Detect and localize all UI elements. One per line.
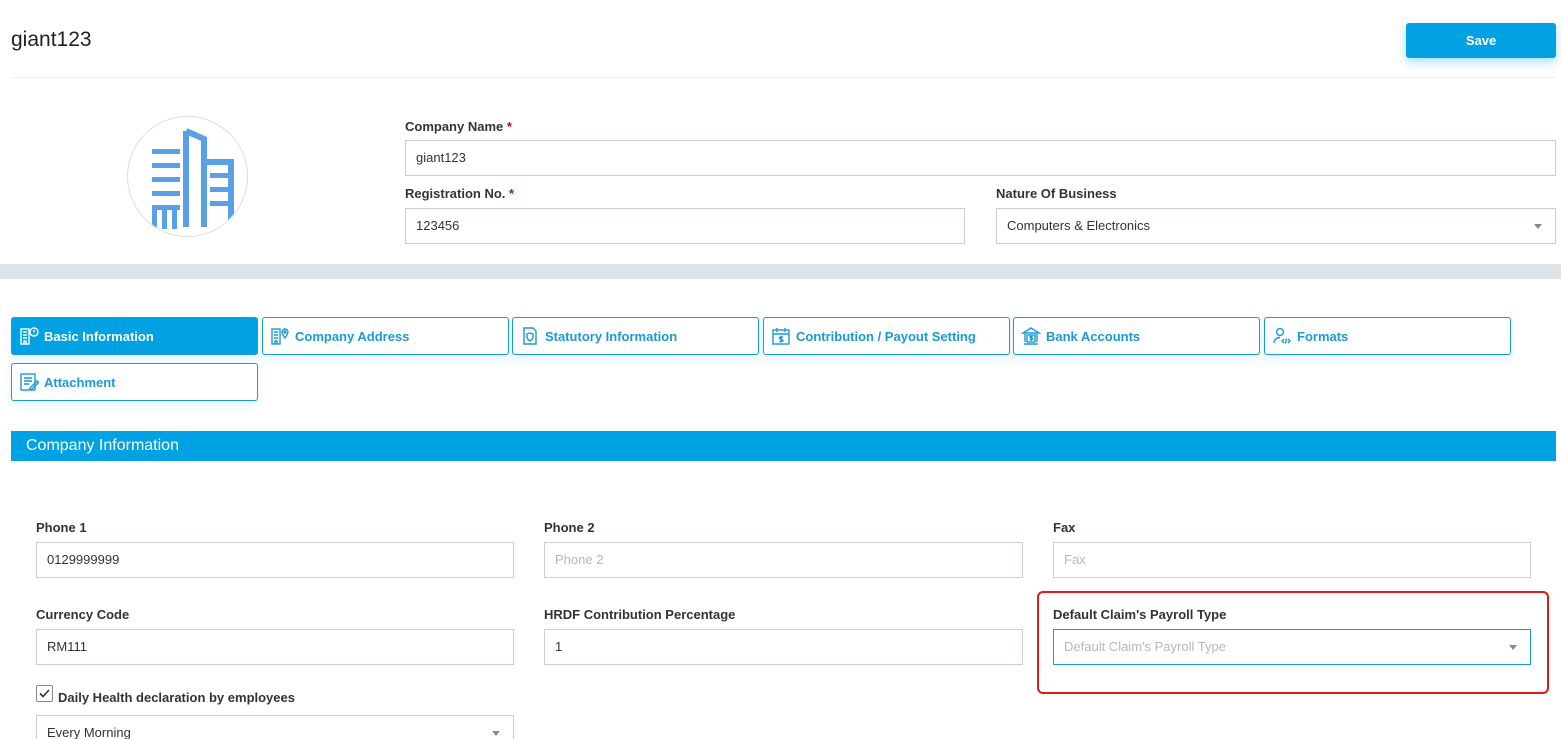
health-declaration-checkbox[interactable] — [36, 685, 53, 702]
hrdf-percentage-input[interactable]: 1 — [544, 629, 1023, 665]
phone2-input[interactable]: Phone 2 — [544, 542, 1023, 578]
health-declaration-frequency-value: Every Morning — [47, 725, 131, 739]
tab-attachment[interactable]: Attachment — [11, 363, 258, 401]
company-name-label: Company Name * — [405, 119, 512, 134]
nature-of-business-value: Computers & Electronics — [1007, 218, 1151, 233]
section-separator — [0, 264, 1561, 279]
company-name-input[interactable]: giant123 — [405, 140, 1556, 176]
divider — [11, 77, 1556, 78]
building-icon — [130, 119, 247, 236]
chevron-down-icon — [492, 731, 500, 736]
building-location-icon — [269, 325, 291, 347]
tab-formats[interactable]: Formats — [1264, 317, 1511, 355]
tab-statutory-information[interactable]: Statutory Information — [512, 317, 759, 355]
company-name-label-text: Company Name — [405, 119, 504, 134]
tab-label: Formats — [1297, 328, 1349, 344]
page-title: giant123 — [11, 28, 92, 51]
required-mark: * — [506, 119, 512, 134]
fax-input[interactable]: Fax — [1053, 542, 1531, 578]
save-button[interactable]: Save — [1406, 23, 1556, 58]
checkmark-icon — [39, 689, 50, 698]
currency-code-input[interactable]: RM111 — [36, 629, 514, 665]
hrdf-percentage-label: HRDF Contribution Percentage — [544, 607, 736, 622]
registration-input[interactable]: 123456 — [405, 208, 965, 244]
document-shield-icon — [519, 325, 541, 347]
bank-dollar-icon — [1020, 325, 1042, 347]
phone1-label: Phone 1 — [36, 520, 87, 535]
tab-label: Attachment — [44, 374, 116, 390]
highlight-box — [1037, 591, 1549, 694]
tab-company-address[interactable]: Company Address — [262, 317, 509, 355]
section-title-bar: Company Information — [11, 431, 1556, 461]
tab-label: Statutory Information — [545, 328, 678, 344]
building-info-icon — [18, 325, 40, 347]
tab-label: Basic Information — [44, 328, 154, 344]
top-bar: giant123 Save — [0, 0, 1561, 78]
document-edit-icon — [18, 371, 40, 393]
registration-label-text: Registration No. — [405, 186, 506, 201]
required-mark: * — [509, 186, 515, 201]
nature-of-business-label: Nature Of Business — [996, 186, 1117, 201]
tab-label: Company Address — [295, 328, 410, 344]
tab-label: Contribution / Payout Setting — [796, 328, 976, 344]
health-declaration-frequency-select[interactable]: Every Morning — [36, 715, 514, 739]
tab-basic-information[interactable]: Basic Information — [11, 317, 258, 355]
phone1-input[interactable]: 0129999999 — [36, 542, 514, 578]
nature-of-business-select[interactable]: Computers & Electronics — [996, 208, 1556, 244]
user-code-icon — [1271, 325, 1293, 347]
tab-bank-accounts[interactable]: Bank Accounts — [1013, 317, 1260, 355]
calendar-dollar-icon — [770, 325, 792, 347]
chevron-down-icon — [1534, 224, 1542, 229]
registration-label: Registration No. * — [405, 186, 514, 201]
tab-contribution-payout[interactable]: Contribution / Payout Setting — [763, 317, 1010, 355]
company-logo[interactable] — [127, 116, 248, 237]
currency-code-label: Currency Code — [36, 607, 130, 622]
fax-label: Fax — [1053, 520, 1076, 535]
health-declaration-label: Daily Health declaration by employees — [58, 690, 295, 705]
tab-label: Bank Accounts — [1046, 328, 1141, 344]
phone2-label: Phone 2 — [544, 520, 595, 535]
